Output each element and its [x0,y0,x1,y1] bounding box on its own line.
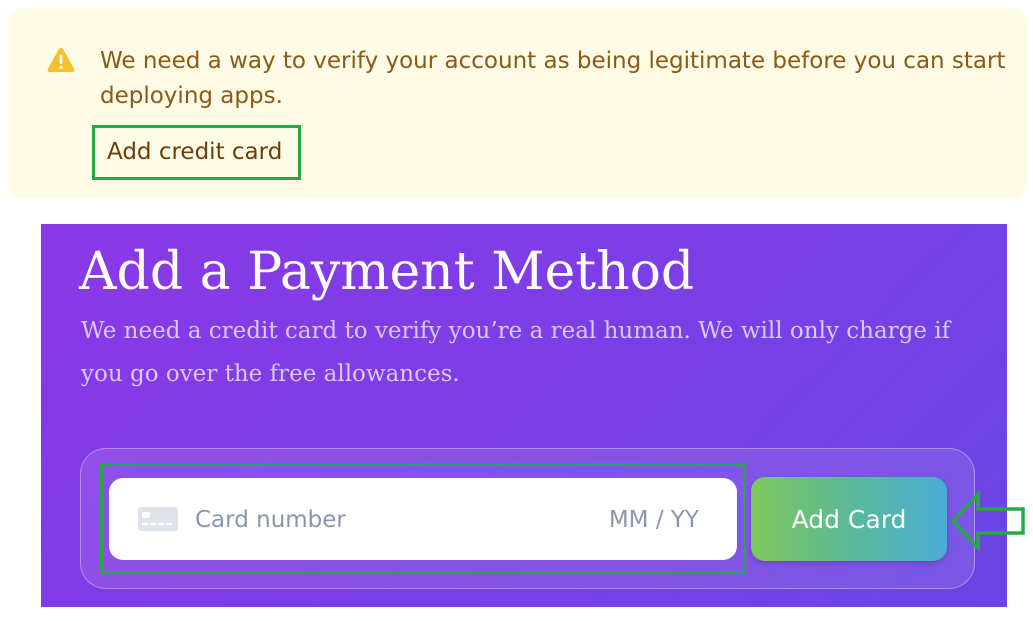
card-input-field[interactable] [109,478,737,560]
banner-message: We need a way to verify your account as … [100,48,1006,109]
add-card-button[interactable]: Add Card [751,477,947,561]
page-title: Add a Payment Method [79,242,695,302]
payment-panel: Add a Payment Method We need a credit ca… [41,224,1007,607]
credit-card-icon [138,507,178,531]
card-expiry-input[interactable] [579,502,699,538]
warning-triangle-icon [47,48,75,72]
card-number-input[interactable] [195,502,555,538]
payment-description: We need a credit card to verify you’re a… [81,318,951,387]
add-credit-card-link[interactable]: Add credit card [92,125,301,180]
left-arrow-outline-icon [950,490,1025,552]
